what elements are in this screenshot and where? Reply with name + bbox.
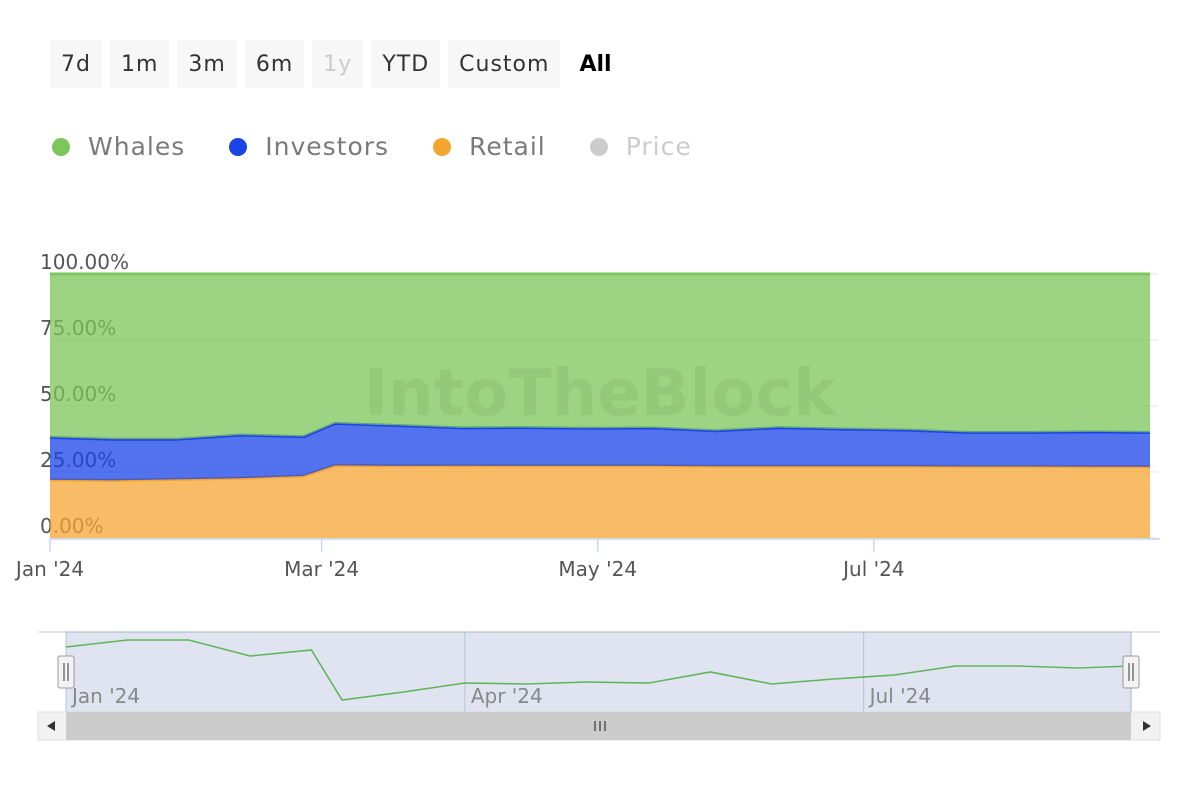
navigator-right-handle[interactable] bbox=[1122, 655, 1140, 689]
navigator-left-handle[interactable] bbox=[57, 655, 75, 689]
navigator-tick-label: Jul '24 bbox=[868, 684, 931, 708]
y-tick-label: 100.00% bbox=[40, 250, 129, 274]
x-tick-label: Jan '24 bbox=[14, 557, 84, 581]
x-tick-label: Jul '24 bbox=[841, 557, 904, 581]
navigator-selection-mask[interactable] bbox=[65, 631, 1132, 713]
navigator-tick-label: Apr '24 bbox=[471, 684, 543, 708]
x-tick-label: May '24 bbox=[558, 557, 637, 581]
watermark-logo: IntoTheBlock bbox=[364, 357, 837, 431]
stacked-area-chart: 0.00%25.00%50.00%75.00%100.00%IntoTheBlo… bbox=[14, 250, 1161, 741]
x-tick-label: Mar '24 bbox=[284, 557, 359, 581]
scrollbar-thumb[interactable] bbox=[66, 712, 1131, 740]
navigator-tick-label: Jan '24 bbox=[70, 684, 140, 708]
